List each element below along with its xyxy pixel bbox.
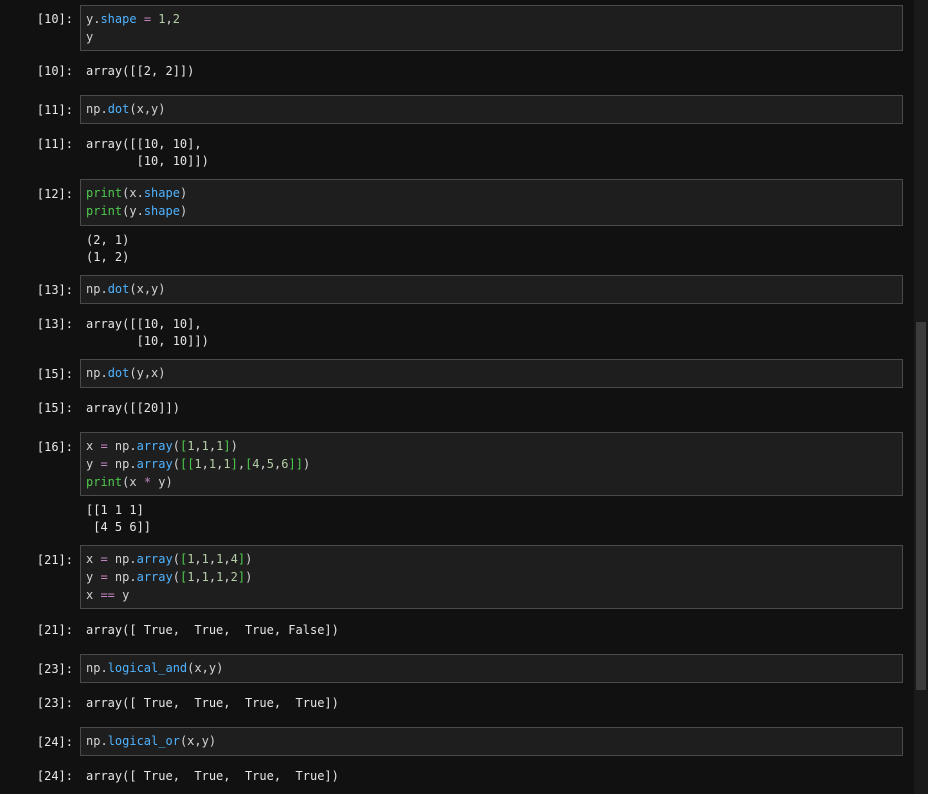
code-input-cell[interactable]: np.dot(x,y) (80, 275, 903, 304)
code-input-cell[interactable]: np.dot(y,x) (80, 359, 903, 388)
cell-output: array([[10, 10], [10, 10]]) (86, 137, 209, 168)
output-prompt: [21]: (36, 623, 73, 637)
cell-output: array([[20]]) (86, 401, 180, 415)
output-prompt: [24]: (36, 769, 73, 783)
code-input-cell[interactable]: x = np.array([1,1,1,4]) y = np.array([1,… (80, 545, 903, 609)
output-prompt: [13]: (36, 317, 73, 331)
output-prompt: [10]: (36, 64, 73, 78)
input-prompt: [13]: (36, 283, 73, 297)
code-editor[interactable]: x = np.array([1,1,1]) y = np.array([[1,1… (81, 433, 902, 495)
scrollbar-thumb[interactable] (916, 322, 926, 690)
vertical-scrollbar[interactable] (914, 0, 928, 794)
input-prompt: [10]: (36, 12, 73, 26)
input-prompt: [21]: (36, 553, 73, 567)
cell-output: array([ True, True, True, False]) (86, 623, 339, 637)
cell-output: array([ True, True, True, True]) (86, 769, 339, 783)
code-editor[interactable]: np.logical_and(x,y) (81, 655, 902, 681)
input-prompt: [16]: (36, 440, 73, 454)
code-input-cell[interactable]: x = np.array([1,1,1]) y = np.array([[1,1… (80, 432, 903, 496)
input-prompt: [11]: (36, 103, 73, 117)
cell-output: [[1 1 1] [4 5 6]] (86, 503, 152, 534)
code-editor[interactable]: np.logical_or(x,y) (81, 728, 902, 754)
cell-output: array([[10, 10], [10, 10]]) (86, 317, 209, 348)
code-editor[interactable]: x = np.array([1,1,1,4]) y = np.array([1,… (81, 546, 902, 608)
cell-output: array([ True, True, True, True]) (86, 696, 339, 710)
notebook-area: [10]: y.shape = 1,2 y [10]: array([[2, 2… (0, 0, 914, 794)
code-editor[interactable]: np.dot(y,x) (81, 360, 902, 386)
code-input-cell[interactable]: np.logical_and(x,y) (80, 654, 903, 683)
code-editor[interactable]: print(x.shape) print(y.shape) (81, 180, 902, 224)
code-editor[interactable]: np.dot(x,y) (81, 276, 902, 302)
output-prompt: [15]: (36, 401, 73, 415)
code-input-cell[interactable]: np.logical_or(x,y) (80, 727, 903, 756)
output-prompt: [11]: (36, 137, 73, 151)
code-input-cell[interactable]: y.shape = 1,2 y (80, 5, 903, 51)
code-editor[interactable]: y.shape = 1,2 y (81, 6, 902, 50)
cell-output: (2, 1) (1, 2) (86, 233, 130, 264)
code-input-cell[interactable]: print(x.shape) print(y.shape) (80, 179, 903, 226)
input-prompt: [24]: (36, 735, 73, 749)
cell-output: array([[2, 2]]) (86, 64, 195, 78)
output-prompt: [23]: (36, 696, 73, 710)
code-editor[interactable]: np.dot(x,y) (81, 96, 902, 122)
input-prompt: [15]: (36, 367, 73, 381)
input-prompt: [23]: (36, 662, 73, 676)
input-prompt: [12]: (36, 187, 73, 201)
code-input-cell[interactable]: np.dot(x,y) (80, 95, 903, 124)
